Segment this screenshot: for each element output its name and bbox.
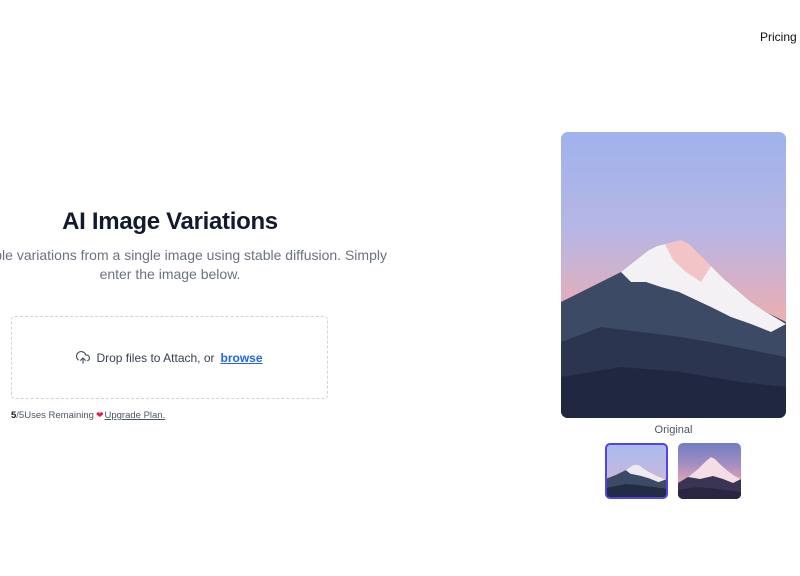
mountain-image <box>561 240 786 418</box>
dropzone-content: Drop files to Attach, or browse <box>76 350 263 365</box>
thumbnail-variation-image <box>678 457 741 499</box>
original-image <box>561 132 786 418</box>
dropzone-text: Drop files to Attach, or <box>96 350 215 365</box>
page-subtitle: e multiple variations from a single imag… <box>0 247 387 282</box>
page: Pricing AI Image Variations e multiple v… <box>0 0 800 576</box>
thumbnail-original[interactable] <box>605 443 668 499</box>
uses-total: /5 <box>16 410 25 421</box>
upgrade-plan-link[interactable]: Upgrade Plan. <box>104 410 165 421</box>
page-title: AI Image Variations <box>62 208 278 235</box>
uses-label: Uses Remaining <box>24 410 94 421</box>
upload-cloud-icon <box>76 350 91 364</box>
browse-link[interactable]: browse <box>221 351 263 365</box>
usage-info: 5 /5 Uses Remaining ❤ Upgrade Plan. <box>11 410 165 421</box>
image-caption: Original <box>654 424 693 436</box>
nav-pricing-link[interactable]: Pricing <box>760 30 797 44</box>
thumbnail-mountain-image <box>607 464 666 497</box>
file-dropzone[interactable]: Drop files to Attach, or browse <box>11 316 328 399</box>
heart-icon: ❤ <box>95 410 104 420</box>
thumbnail-variation[interactable] <box>678 443 741 499</box>
